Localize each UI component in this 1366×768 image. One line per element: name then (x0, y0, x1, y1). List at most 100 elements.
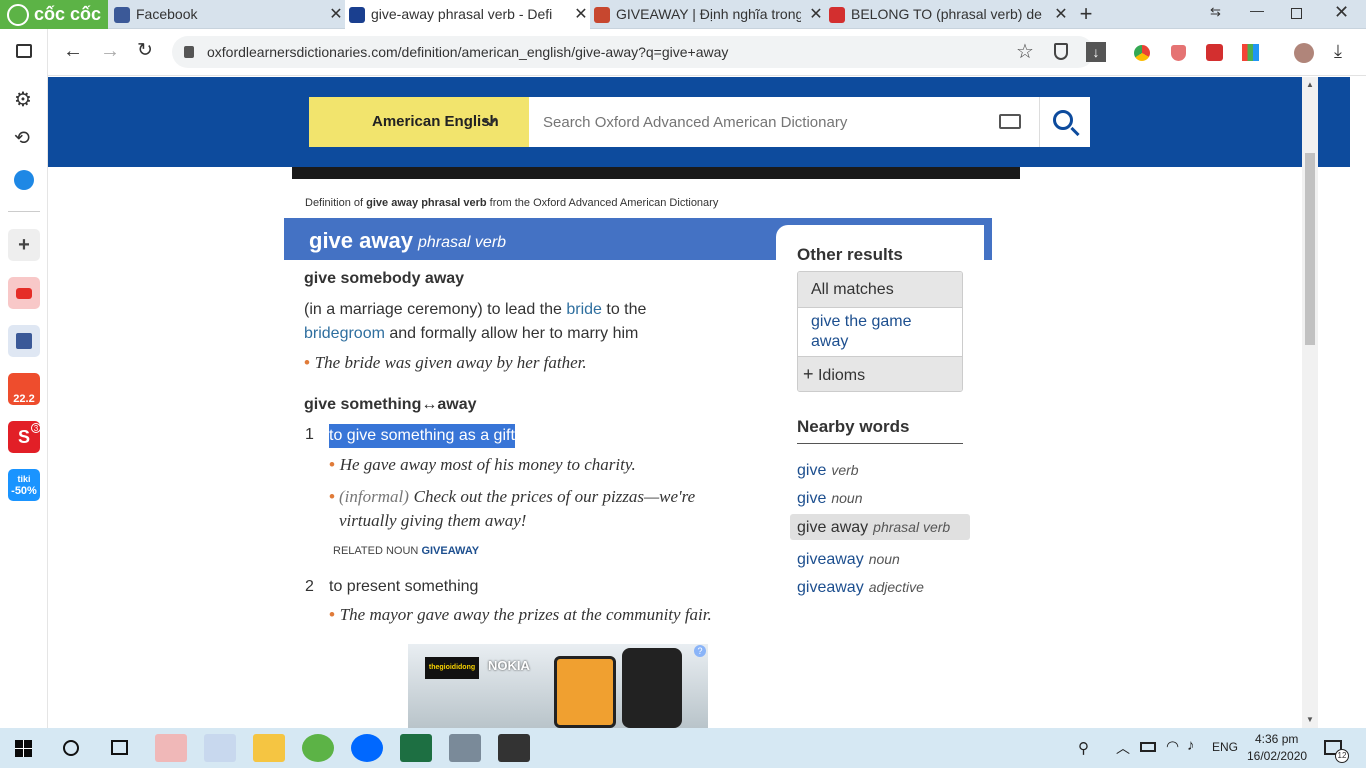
reload-button[interactable]: ↻ (137, 41, 153, 61)
wifi-icon[interactable]: ◠ (1166, 737, 1179, 755)
ad-info-icon[interactable]: ? (694, 645, 706, 657)
back-button[interactable]: ← (63, 41, 83, 61)
close-window-button[interactable]: ✕ (1334, 2, 1349, 23)
excel-icon[interactable] (400, 734, 432, 762)
zalo-icon[interactable] (351, 734, 383, 762)
sidebar-toggle-icon[interactable] (16, 44, 32, 58)
close-tab-icon[interactable]: ✕ (572, 0, 590, 29)
close-tab-icon[interactable]: ✕ (1052, 0, 1070, 29)
profile-avatar[interactable] (1294, 43, 1314, 63)
vertical-scrollbar[interactable]: ▲ ▼ (1302, 77, 1318, 728)
taskbar-app-icon[interactable] (155, 734, 187, 762)
browser-tab[interactable]: GIVEAWAY | Định nghĩa trong ✕ (590, 0, 825, 29)
idioms-tab[interactable]: + Idioms (798, 356, 962, 391)
windows-start-icon[interactable] (15, 740, 32, 757)
url-text[interactable]: oxfordlearnersdictionaries.com/definitio… (207, 36, 728, 68)
restore-button[interactable] (1291, 8, 1302, 19)
settings-gear-icon[interactable]: ⚙ (14, 87, 32, 112)
related-word-link[interactable]: GIVEAWAY (421, 545, 479, 557)
facebook-sidebar-icon[interactable] (8, 325, 40, 357)
minimize-button[interactable]: — (1250, 2, 1270, 18)
task-view-icon[interactable] (111, 740, 128, 755)
search-circle-icon[interactable] (63, 740, 79, 756)
download-icon[interactable]: ↓ (1086, 42, 1106, 62)
definition-link[interactable]: bridegroom (304, 325, 385, 342)
address-bar[interactable]: oxfordlearnersdictionaries.com/definitio… (172, 36, 1106, 68)
taskbar-snipping-icon[interactable] (204, 734, 236, 762)
nearby-word[interactable]: give verb (790, 457, 970, 483)
store-logo: thegioididong (425, 657, 479, 679)
macmillan-icon (829, 7, 845, 23)
close-tab-icon[interactable]: ✕ (807, 0, 825, 29)
coccoc-taskbar-icon[interactable] (302, 734, 334, 762)
results-box: All matches give the game away + Idioms (797, 271, 963, 392)
nearby-word-text: give (797, 462, 827, 479)
battery-icon[interactable] (1140, 742, 1156, 752)
match-link[interactable]: give the game away (811, 312, 951, 352)
sidebar-add-button[interactable]: + (8, 229, 40, 261)
browser-tab[interactable]: BELONG TO (phrasal verb) de ✕ (825, 0, 1070, 29)
scroll-down-arrow[interactable]: ▼ (1306, 715, 1314, 724)
tab-title: give-away phrasal verb - Defi (371, 6, 553, 22)
nearby-word-text: give away (797, 519, 869, 536)
search-icon[interactable] (1053, 110, 1073, 130)
sendo-badge: 3 (31, 423, 41, 433)
tiki-icon[interactable]: tiki -50% (8, 469, 40, 501)
bullet-icon: • (329, 455, 335, 474)
messenger-icon[interactable] (14, 170, 34, 190)
tray-chevron-up-icon[interactable]: ︿ (1116, 738, 1130, 758)
example-sentence: • The mayor gave away the prizes at the … (329, 605, 712, 625)
nearby-word[interactable]: giveaway adjective (790, 574, 970, 600)
close-tab-icon[interactable]: ✕ (327, 0, 345, 29)
shield-icon[interactable] (1054, 43, 1068, 60)
lock-icon (184, 46, 194, 58)
browser-sidebar: ⚙ ⟲ + 22.2 S 3 tiki -50% (0, 29, 48, 728)
search-input[interactable] (529, 97, 969, 147)
all-matches-tab[interactable]: All matches (798, 272, 962, 308)
bullet-icon: • (329, 487, 335, 506)
youtube-icon[interactable] (8, 277, 40, 309)
nearby-word-selected[interactable]: give away phrasal verb (790, 514, 970, 540)
extension-red-icon[interactable] (1206, 44, 1223, 61)
tab-title: BELONG TO (phrasal verb) de (851, 6, 1042, 22)
new-tab-button[interactable]: + (1076, 0, 1096, 28)
extension-adblock-icon[interactable] (1171, 45, 1186, 61)
file-explorer-icon[interactable] (253, 734, 285, 762)
facebook-icon (114, 7, 130, 23)
tab-list-icon[interactable]: ⇆ (1210, 4, 1221, 20)
people-icon[interactable]: ⚲ (1078, 739, 1089, 757)
register-label: (informal) (339, 487, 409, 506)
browser-tab[interactable]: Facebook ✕ (110, 0, 345, 29)
forward-button[interactable]: → (100, 41, 120, 61)
nearby-word-pos: noun (868, 551, 900, 567)
extension-colorful-icon[interactable] (1242, 44, 1259, 61)
shopee-icon[interactable]: 22.2 (8, 373, 40, 405)
volume-icon[interactable]: ♪ (1187, 737, 1195, 754)
language-indicator[interactable]: ENG (1212, 740, 1238, 754)
phone-image-back (622, 648, 682, 728)
definition-link[interactable]: bride (566, 301, 602, 318)
dictionary-selector[interactable]: American English (309, 97, 529, 147)
clock-time[interactable]: 4:36 pm (1255, 732, 1298, 746)
browser-tab[interactable]: give-away phrasal verb - Defi ✕ (345, 0, 590, 29)
scrollbar-thumb[interactable] (1305, 153, 1315, 345)
definition-prefix: Definition of (305, 197, 364, 209)
sense-definition-selected[interactable]: to give something as a gift (329, 424, 515, 448)
plus-icon: + (803, 364, 814, 384)
calculator-icon[interactable] (449, 734, 481, 762)
clock-date[interactable]: 16/02/2020 (1247, 749, 1307, 763)
page-content: American English Definition of give away… (48, 77, 1350, 728)
bullet-icon: • (329, 605, 335, 624)
nearby-words-title: Nearby words (797, 417, 963, 444)
scroll-up-arrow[interactable]: ▲ (1306, 80, 1314, 89)
bookmark-star-icon[interactable]: ☆ (1016, 39, 1034, 64)
extension-chrome-icon[interactable] (1134, 45, 1150, 61)
history-icon[interactable]: ⟲ (14, 127, 30, 150)
coccoc-logo[interactable]: cốc cốc (0, 0, 108, 29)
nokia-ad[interactable]: thegioididong NOKIA ? (408, 644, 708, 728)
nearby-word[interactable]: give noun (790, 485, 970, 511)
downloads-button[interactable]: ⤓ (1334, 41, 1342, 62)
keyboard-icon[interactable] (999, 114, 1021, 129)
nearby-word[interactable]: giveaway noun (790, 546, 970, 572)
sticky-app-icon[interactable] (498, 734, 530, 762)
